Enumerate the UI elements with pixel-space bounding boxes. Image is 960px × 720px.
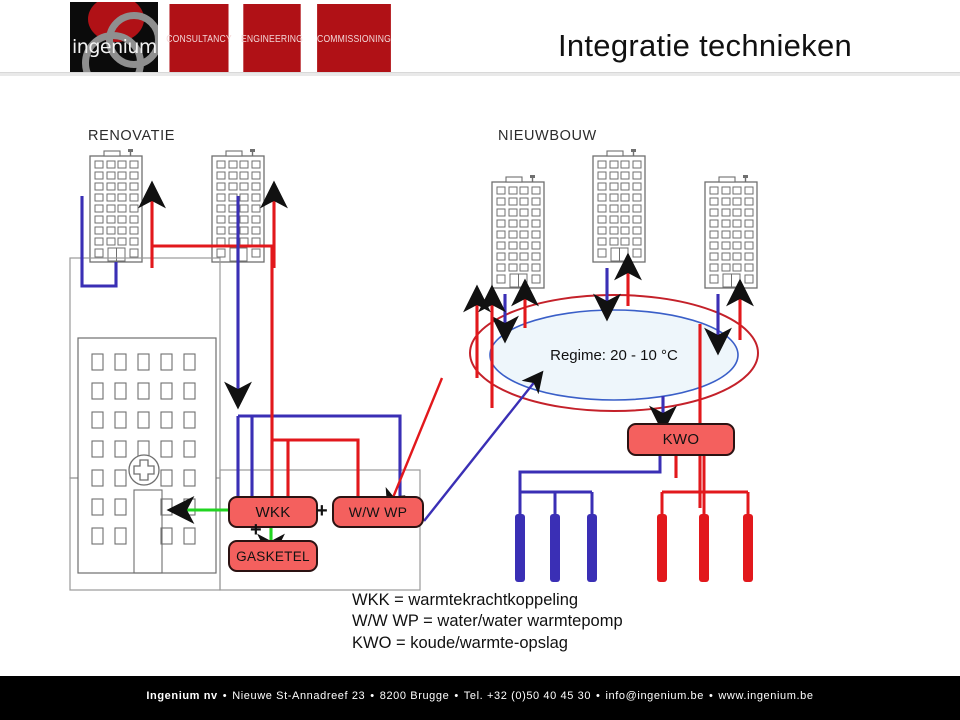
building-renovatie-1 [89, 148, 143, 263]
well-cold-1 [515, 514, 525, 582]
section-label-renovatie: RENOVATIE [88, 128, 176, 144]
legend-line-kwo: KWO = koude/warmte-opslag [352, 633, 568, 652]
service-tag-engineering: ENGINEERING [241, 4, 303, 74]
footer-address: Nieuwe St-Annadreef 23 [232, 690, 366, 702]
footer-sep-5: • [708, 690, 714, 702]
section-label-nieuwbouw: NIEUWBOUW [498, 128, 597, 144]
footer-city: 8200 Brugge [379, 690, 450, 702]
energy-network-diagram: Regime: 20 - 10 °C [69, 148, 759, 591]
well-warm-2 [699, 514, 709, 582]
pipes-renovatie-return [224, 238, 402, 496]
footer-website[interactable]: www.ingenium.be [718, 690, 813, 702]
ring-regime-label: Regime: 20 - 10 °C [550, 347, 678, 364]
slide-title: Integratie technieken [557, 28, 853, 63]
footer-phone: Tel. +32 (0)50 40 45 30 [463, 690, 592, 702]
component-box-wkk[interactable]: WKK [228, 496, 318, 528]
component-box-wwwp[interactable]: W/W WP [332, 496, 424, 528]
slide-body: Regime: 20 - 10 °C RENOVATIE NIEUWBOUW W… [0, 78, 960, 652]
footer-contact-line: Ingenium nv • Nieuwe St-Annadreef 23 • 8200 … [0, 690, 960, 702]
abbreviation-legend: WKK = warmtekrachtkoppeling W/W WP = wat… [352, 590, 772, 654]
building-hospital [77, 337, 217, 574]
service-tag-commissioning: COMMISSIONING [317, 4, 391, 74]
footer-company: Ingenium nv [146, 690, 218, 702]
footer-sep-4: • [596, 690, 601, 702]
logo-wordmark: ingenium [72, 36, 157, 58]
footer-sep-3: • [454, 690, 459, 702]
ingenium-logo-icon: ingenium [70, 2, 158, 72]
legend-line-wkk: WKK = warmtekrachtkoppeling [352, 591, 579, 609]
building-nieuwbouw-1 [491, 174, 545, 289]
footer-sep-1: • [222, 690, 228, 702]
footer-email[interactable]: info@ingenium.be [606, 690, 704, 702]
component-box-gasketel[interactable]: GASKETEL [228, 540, 318, 572]
building-nieuwbouw-3 [704, 174, 758, 289]
hospital-cross-icon [128, 454, 160, 486]
plus-sign-wkk-gasketel: + [250, 519, 262, 541]
well-warm-1 [657, 514, 667, 582]
well-cold-3 [587, 514, 597, 582]
pipes-plant-supply [270, 246, 360, 496]
well-cold-2 [550, 514, 560, 582]
wells-warm [657, 452, 753, 582]
service-tag-consultancy: CONSULTANCY [166, 4, 232, 74]
component-box-kwo[interactable]: KWO [627, 423, 735, 456]
footer-sep-2: • [370, 690, 375, 702]
building-nieuwbouw-2 [592, 148, 646, 263]
brand-logo-block: ingenium CONSULTANCY ENGINEERING COMMISS… [70, 2, 400, 74]
legend-line-wwwp: W/W WP = water/water warmtepomp [352, 612, 623, 631]
well-warm-3 [743, 514, 753, 582]
slide-header: ingenium CONSULTANCY ENGINEERING COMMISS… [0, 0, 960, 78]
plus-sign-wkk-wwwp: + [316, 500, 328, 522]
wells-cold [515, 452, 662, 582]
header-divider [0, 72, 960, 76]
